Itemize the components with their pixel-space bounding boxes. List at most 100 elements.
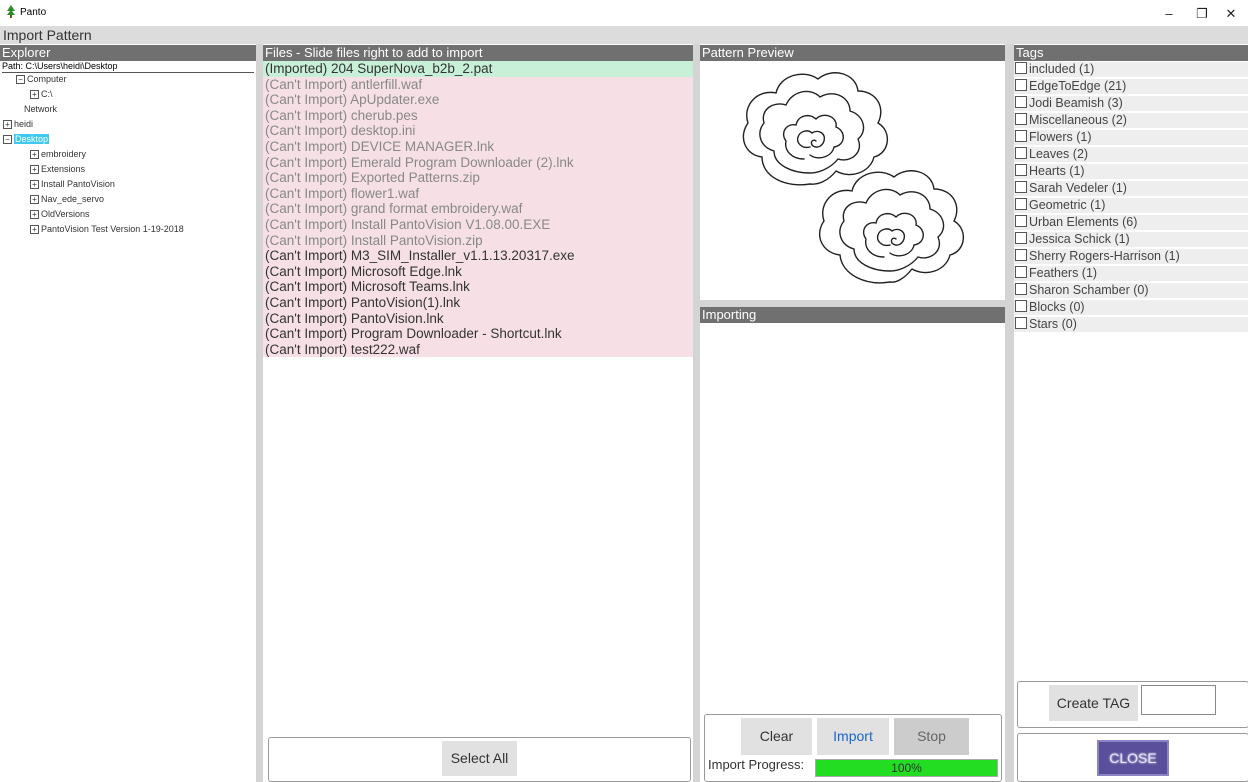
tree-node[interactable]: + Install PantoVision [30, 179, 115, 190]
expand-icon[interactable]: + [30, 195, 39, 205]
tag-checkbox[interactable] [1015, 79, 1027, 91]
tag-checkbox[interactable] [1015, 232, 1027, 244]
tree-node-label: PantoVision Test Version 1-19-2018 [41, 224, 184, 235]
tag-row[interactable]: Urban Elements (6) [1014, 215, 1248, 230]
tag-checkbox[interactable] [1015, 164, 1027, 176]
stop-button[interactable]: Stop [894, 718, 969, 755]
tag-checkbox[interactable] [1015, 96, 1027, 108]
file-row[interactable]: (Can't Import) PantoVision(1).lnk [263, 295, 693, 311]
title-bar [0, 0, 1248, 26]
tag-checkbox[interactable] [1015, 300, 1027, 312]
tag-row[interactable]: Jessica Schick (1) [1014, 232, 1248, 247]
tag-row[interactable]: Sherry Rogers-Harrison (1) [1014, 249, 1248, 264]
tree-node[interactable]: + embroidery [30, 149, 86, 160]
file-row[interactable]: (Can't Import) Microsoft Edge.lnk [263, 263, 693, 280]
tag-row[interactable]: Sarah Vedeler (1) [1014, 181, 1248, 196]
file-row[interactable]: (Can't Import) ApUpdater.exe [263, 92, 693, 108]
file-row[interactable]: (Can't Import) cherub.pes [263, 107, 693, 124]
minimize-icon[interactable]: – [1152, 2, 1186, 26]
tag-row[interactable]: Stars (0) [1014, 317, 1248, 332]
tag-label: Sharon Schamber (0) [1029, 283, 1149, 297]
tree-node[interactable]: − Computer [16, 74, 67, 85]
tree-node-label: Nav_ede_servo [41, 194, 105, 205]
tag-label: Geometric (1) [1029, 198, 1106, 212]
tag-row[interactable]: Jodi Beamish (3) [1014, 96, 1248, 111]
import-button[interactable]: Import [817, 718, 889, 755]
tag-row[interactable]: included (1) [1014, 62, 1248, 77]
tag-checkbox[interactable] [1015, 249, 1027, 261]
select-all-button[interactable]: Select All [442, 741, 517, 776]
window-title: Import Pattern [3, 27, 92, 43]
tag-checkbox[interactable] [1015, 283, 1027, 295]
tag-checkbox[interactable] [1015, 317, 1027, 329]
tag-checkbox[interactable] [1015, 113, 1027, 125]
tree-node[interactable]: + C:\ [30, 89, 53, 100]
tag-label: Leaves (2) [1029, 147, 1089, 161]
file-row[interactable]: (Can't Import) Program Downloader - Shor… [263, 326, 693, 342]
file-row[interactable]: (Can't Import) Microsoft Teams.lnk [263, 279, 693, 295]
file-row[interactable]: (Can't Import) Exported Patterns.zip [263, 170, 693, 186]
file-row[interactable]: (Can't Import) test222.waf [263, 341, 693, 358]
tree-node-label: C:\ [41, 89, 53, 100]
tree-node[interactable]: + Nav_ede_servo [30, 194, 104, 205]
file-row[interactable]: (Can't Import) antlerfill.waf [263, 76, 693, 93]
tag-row[interactable]: EdgeToEdge (21) [1014, 79, 1248, 94]
tag-checkbox[interactable] [1015, 215, 1027, 227]
expand-icon[interactable]: + [30, 210, 39, 220]
tag-row[interactable]: Blocks (0) [1014, 300, 1248, 315]
file-row[interactable]: (Can't Import) Install PantoVision.zip [263, 232, 693, 249]
preview-header: Pattern Preview [700, 45, 1005, 61]
tree-node[interactable]: + Extensions [30, 164, 85, 175]
pattern-preview-image [742, 72, 964, 284]
tag-checkbox[interactable] [1015, 130, 1027, 142]
tag-label: Flowers (1) [1029, 130, 1092, 144]
clear-button[interactable]: Clear [741, 718, 812, 755]
tag-row[interactable]: Geometric (1) [1014, 198, 1248, 213]
tag-label: Stars (0) [1029, 317, 1077, 331]
tag-checkbox[interactable] [1015, 147, 1027, 159]
tag-checkbox[interactable] [1015, 181, 1027, 193]
tag-row[interactable]: Sharon Schamber (0) [1014, 283, 1248, 298]
expand-icon[interactable]: + [30, 165, 39, 175]
tree-node-label: OldVersions [41, 209, 90, 220]
expand-icon[interactable]: + [3, 120, 12, 130]
tag-row[interactable]: Feathers (1) [1014, 266, 1248, 281]
file-row[interactable]: (Can't Import) M3_SIM_Installer_v1.1.13.… [263, 248, 693, 264]
tag-label: Urban Elements (6) [1029, 215, 1138, 229]
tag-name-input[interactable] [1141, 685, 1216, 715]
tree-node[interactable]: − Desktop [3, 134, 50, 145]
tree-node[interactable]: + heidi [3, 119, 33, 130]
window-title-band [0, 26, 1248, 44]
tree-node[interactable]: + PantoVision Test Version 1-19-2018 [30, 224, 184, 235]
tag-checkbox[interactable] [1015, 198, 1027, 210]
expand-icon[interactable]: + [30, 180, 39, 190]
create-tag-button[interactable]: Create TAG [1049, 685, 1138, 721]
tree-node[interactable]: Network [24, 104, 57, 115]
file-row[interactable]: (Can't Import) flower1.waf [263, 185, 693, 202]
expand-icon[interactable]: + [30, 150, 39, 160]
file-row[interactable]: (Can't Import) DEVICE MANAGER.lnk [263, 139, 693, 155]
tag-row[interactable]: Miscellaneous (2) [1014, 113, 1248, 128]
tag-row[interactable]: Leaves (2) [1014, 147, 1248, 162]
file-row[interactable]: (Can't Import) PantoVision.lnk [263, 310, 693, 327]
file-row[interactable]: (Can't Import) Install PantoVision V1.08… [263, 217, 693, 233]
tree-node-label: embroidery [41, 149, 87, 160]
collapse-icon[interactable]: − [16, 75, 25, 85]
tag-checkbox[interactable] [1015, 62, 1027, 74]
close-button[interactable]: CLOSE [1097, 740, 1169, 776]
tag-row[interactable]: Flowers (1) [1014, 130, 1248, 145]
tag-checkbox[interactable] [1015, 266, 1027, 278]
expand-icon[interactable]: + [30, 225, 39, 235]
expand-icon[interactable]: + [30, 90, 39, 100]
tag-label: included (1) [1029, 62, 1095, 76]
gutter [256, 44, 263, 782]
explorer-path: Path: C:\Users\heidi\Desktop [2, 61, 254, 73]
file-row[interactable]: (Can't Import) Emerald Program Downloade… [263, 154, 693, 171]
file-row[interactable]: (Imported) 204 SuperNova_b2b_2.pat [263, 61, 693, 77]
tag-row[interactable]: Hearts (1) [1014, 164, 1248, 179]
tree-node[interactable]: + OldVersions [30, 209, 90, 220]
collapse-icon[interactable]: − [3, 135, 12, 145]
file-row[interactable]: (Can't Import) grand format embroidery.w… [263, 201, 693, 217]
close-icon[interactable]: ✕ [1214, 2, 1248, 26]
file-row[interactable]: (Can't Import) desktop.ini [263, 123, 693, 139]
